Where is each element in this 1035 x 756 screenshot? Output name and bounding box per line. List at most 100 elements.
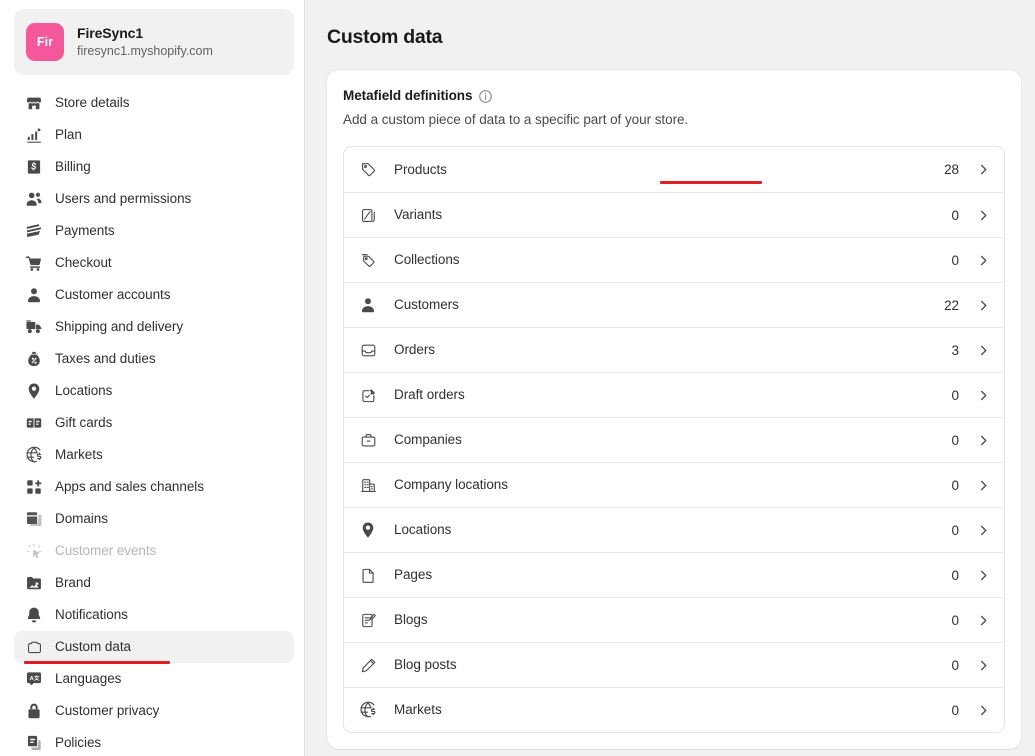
chevron-right-icon[interactable]: [975, 612, 991, 628]
chevron-right-icon[interactable]: [975, 522, 991, 538]
chevron-right-icon[interactable]: [975, 567, 991, 583]
sidebar-item-label: Payments: [55, 223, 115, 238]
sidebar-item-domains[interactable]: Domains: [14, 503, 294, 535]
sidebar-item-taxes-and-duties[interactable]: Taxes and duties: [14, 343, 294, 375]
metafield-row-draft-orders[interactable]: Draft orders 0: [344, 372, 1004, 417]
sidebar-item-policies[interactable]: Policies: [14, 727, 294, 756]
sidebar-item-label: Taxes and duties: [55, 351, 156, 366]
sidebar-item-label: Billing: [55, 159, 91, 174]
sidebar-item-checkout[interactable]: Checkout: [14, 247, 294, 279]
metafield-row-markets[interactable]: Markets 0: [344, 687, 1004, 732]
person-icon: [24, 285, 44, 305]
globe-dollar-icon: [358, 700, 378, 720]
billing-icon: [24, 157, 44, 177]
metafield-row-blog-posts[interactable]: Blog posts 0: [344, 642, 1004, 687]
sidebar-item-label: Store details: [55, 95, 130, 110]
store-info: FireSync1 firesync1.myshopify.com: [77, 24, 213, 60]
sidebar-item-shipping-and-delivery[interactable]: Shipping and delivery: [14, 311, 294, 343]
metafield-row-count: 0: [951, 477, 960, 493]
sidebar-item-billing[interactable]: Billing: [14, 151, 294, 183]
metafield-row-count: 0: [951, 207, 960, 223]
sidebar-item-label: Custom data: [55, 639, 131, 654]
settings-sidebar: Fir FireSync1 firesync1.myshopify.com St…: [0, 0, 305, 756]
sidebar-item-label: Customer privacy: [55, 703, 160, 718]
sidebar-item-store-details[interactable]: Store details: [14, 87, 294, 119]
metafield-row-pages[interactable]: Pages 0: [344, 552, 1004, 597]
sidebar-item-users-and-permissions[interactable]: Users and permissions: [14, 183, 294, 215]
apps-icon: [24, 477, 44, 497]
custom-data-icon: [24, 637, 44, 657]
metafield-row-products[interactable]: Products 28: [344, 147, 1004, 192]
metafield-row-variants[interactable]: Variants 0: [344, 192, 1004, 237]
metafield-row-label: Customers: [394, 297, 459, 312]
store-header[interactable]: Fir FireSync1 firesync1.myshopify.com: [14, 9, 294, 75]
variant-icon: [358, 205, 378, 225]
chevron-right-icon[interactable]: [975, 702, 991, 718]
chevron-right-icon[interactable]: [975, 477, 991, 493]
order-icon: [358, 340, 378, 360]
customer-events-icon: [24, 541, 44, 561]
chevron-right-icon[interactable]: [975, 207, 991, 223]
lock-icon: [24, 701, 44, 721]
sidebar-item-label: Locations: [55, 383, 113, 398]
sidebar-item-gift-cards[interactable]: Gift cards: [14, 407, 294, 439]
plan-icon: [24, 125, 44, 145]
svg-text:A: A: [30, 676, 34, 682]
metafield-row-label: Draft orders: [394, 387, 465, 402]
chevron-right-icon[interactable]: [975, 162, 991, 178]
chevron-right-icon[interactable]: [975, 297, 991, 313]
metafield-row-company-locations[interactable]: Company locations 0: [344, 462, 1004, 507]
sidebar-item-custom-data[interactable]: Custom data: [14, 631, 294, 663]
sidebar-item-customer-accounts[interactable]: Customer accounts: [14, 279, 294, 311]
chevron-right-icon[interactable]: [975, 432, 991, 448]
sidebar-item-brand[interactable]: Brand: [14, 567, 294, 599]
metafield-row-label: Collections: [394, 252, 460, 267]
sidebar-item-label: Apps and sales channels: [55, 479, 204, 494]
sidebar-nav: Store details Plan Billing Users and permis…: [0, 75, 304, 756]
bell-icon: [24, 605, 44, 625]
chevron-right-icon[interactable]: [975, 657, 991, 673]
collection-icon: [358, 250, 378, 270]
metafield-row-count: 0: [951, 567, 960, 583]
metafield-row-count: 28: [944, 162, 959, 177]
sidebar-item-label: Plan: [55, 127, 82, 142]
metafield-row-label: Company locations: [394, 477, 508, 492]
sidebar-item-notifications[interactable]: Notifications: [14, 599, 294, 631]
sidebar-item-languages[interactable]: A 文 Languages: [14, 663, 294, 695]
person-icon: [358, 295, 378, 315]
chevron-right-icon[interactable]: [975, 387, 991, 403]
sidebar-item-label: Checkout: [55, 255, 112, 270]
page-icon: [358, 565, 378, 585]
metafield-row-locations[interactable]: Locations 0: [344, 507, 1004, 552]
svg-text:文: 文: [34, 674, 40, 682]
metafield-row-companies[interactable]: Companies 0: [344, 417, 1004, 462]
metafield-row-count: 0: [951, 522, 960, 538]
metafield-row-label: Blogs: [394, 612, 428, 627]
sidebar-item-apps-and-sales-channels[interactable]: Apps and sales channels: [14, 471, 294, 503]
sidebar-item-locations[interactable]: Locations: [14, 375, 294, 407]
metafield-row-label: Blog posts: [394, 657, 457, 672]
sidebar-item-label: Notifications: [55, 607, 128, 622]
metafield-row-orders[interactable]: Orders 3: [344, 327, 1004, 372]
sidebar-item-plan[interactable]: Plan: [14, 119, 294, 151]
sidebar-item-markets[interactable]: Markets: [14, 439, 294, 471]
avatar-initials: Fir: [36, 35, 54, 49]
payments-icon: [24, 221, 44, 241]
globe-dollar-icon: [24, 445, 44, 465]
info-icon[interactable]: [478, 89, 493, 104]
chevron-right-icon[interactable]: [975, 252, 991, 268]
building-icon: [358, 475, 378, 495]
blog-icon: [358, 610, 378, 630]
metafield-row-label: Products: [394, 161, 447, 177]
briefcase-icon: [358, 430, 378, 450]
main-content: Custom data Metafield definitions Add a …: [305, 0, 1035, 756]
chevron-right-icon[interactable]: [975, 342, 991, 358]
sidebar-item-label: Shipping and delivery: [55, 319, 184, 334]
metafield-row-collections[interactable]: Collections 0: [344, 237, 1004, 282]
sidebar-item-payments[interactable]: Payments: [14, 215, 294, 247]
metafield-row-customers[interactable]: Customers 22: [344, 282, 1004, 327]
sidebar-item-customer-privacy[interactable]: Customer privacy: [14, 695, 294, 727]
metafield-row-blogs[interactable]: Blogs 0: [344, 597, 1004, 642]
metafield-resource-list: Products 28 Variants 0 Collections 0 Customers…: [343, 146, 1005, 733]
pencil-icon: [358, 655, 378, 675]
